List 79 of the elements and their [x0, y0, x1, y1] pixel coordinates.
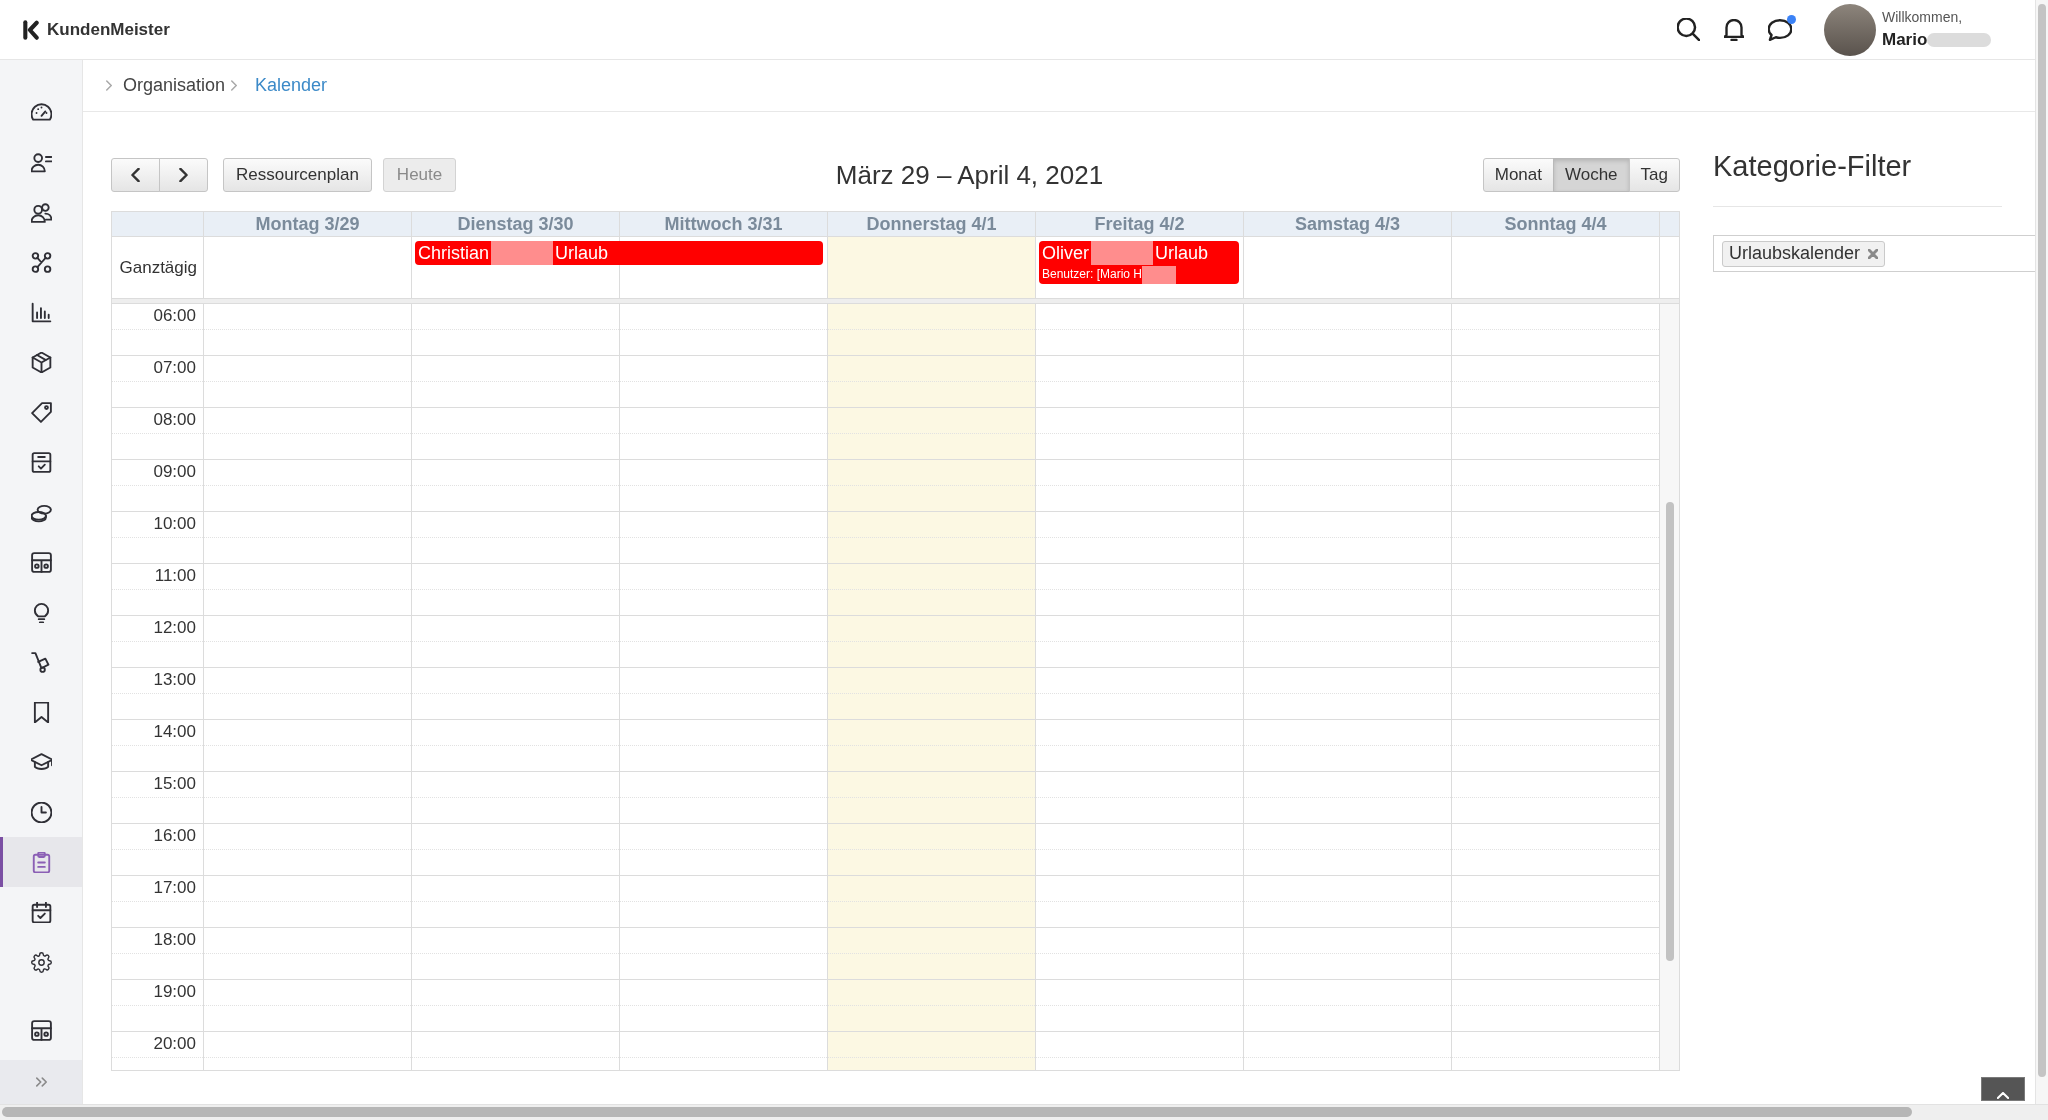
- calendar-event[interactable]: Christian Urlaub: [415, 241, 823, 265]
- time-label: 13:00: [153, 670, 196, 690]
- event-name: Christian: [417, 242, 491, 265]
- category-filter-field[interactable]: Urlaubskalender: [1713, 235, 2035, 272]
- event-category: Urlaub: [554, 242, 610, 265]
- breadcrumb-link[interactable]: Organisation: [123, 72, 226, 99]
- clipboard-icon: [30, 851, 52, 873]
- previous-button[interactable]: [111, 158, 160, 192]
- chevron-right-icon: [106, 80, 112, 91]
- logo-icon[interactable]: [22, 19, 40, 40]
- time-label: 15:00: [153, 774, 196, 794]
- contact-list-icon: [30, 151, 52, 173]
- tag-icon: [30, 401, 52, 423]
- day-header: Montag 3/29: [255, 213, 360, 236]
- remove-icon[interactable]: [1868, 248, 1879, 259]
- scrollbar-thumb[interactable]: [2038, 4, 2046, 1077]
- gauge-icon: [30, 101, 52, 123]
- event-user: Benutzer: [Mario H: [1041, 266, 1143, 283]
- time-label: 11:00: [154, 566, 196, 586]
- inbox-icon: [30, 451, 52, 473]
- bar-chart-icon: [30, 301, 52, 323]
- category-tag[interactable]: Urlaubskalender: [1722, 240, 1886, 267]
- chat-icon[interactable]: [1768, 18, 1792, 41]
- time-label: 20:00: [153, 1034, 196, 1054]
- day-header: Dienstag 3/30: [457, 213, 574, 236]
- day-header: Sonntag 4/4: [1504, 213, 1607, 236]
- time-label: 18:00: [153, 930, 196, 950]
- table-icon: [30, 551, 52, 573]
- search-icon[interactable]: [1677, 18, 1700, 41]
- welcome-text: Willkommen,: [1882, 9, 1964, 26]
- day-header: Donnerstag 4/1: [866, 213, 997, 236]
- scroll-to-top-button[interactable]: [1981, 1077, 2025, 1101]
- day-header: Samstag 4/3: [1294, 213, 1401, 236]
- calendar-title: März 29 – April 4, 2021: [835, 159, 1104, 192]
- clock-icon: [30, 801, 52, 823]
- all-day-label: Ganztägig: [119, 256, 197, 279]
- logo-text: KundenMeister: [47, 18, 170, 41]
- scrollbar-thumb[interactable]: [2, 1107, 1912, 1117]
- table-icon: [30, 1019, 52, 1041]
- vertical-scrollbar[interactable]: [2035, 0, 2048, 1104]
- time-label: 06:00: [153, 306, 196, 326]
- time-label: 10:00: [153, 514, 196, 534]
- time-label: 17:00: [153, 878, 196, 898]
- user-name: Mario: [1882, 29, 1928, 50]
- horizontal-scrollbar[interactable]: [0, 1104, 2048, 1120]
- graduation-cap-icon: [30, 751, 52, 773]
- event-name: Oliver: [1041, 242, 1090, 265]
- box-icon: [30, 351, 52, 373]
- chevron-up-icon: [1997, 1092, 2009, 1099]
- time-label: 14:00: [153, 722, 196, 742]
- time-label: 09:00: [153, 462, 196, 482]
- time-label: 07:00: [153, 358, 196, 378]
- chevron-left-icon: [131, 168, 140, 182]
- view-tab[interactable]: Tag: [1628, 158, 1680, 192]
- view-tab[interactable]: Woche: [1552, 158, 1630, 192]
- chevron-right-icon: [179, 168, 188, 182]
- time-label: 08:00: [153, 410, 196, 430]
- breadcrumb-current[interactable]: Kalender: [255, 72, 328, 99]
- toolbar-button[interactable]: Ressourcenplan: [223, 158, 372, 192]
- users-icon: [30, 201, 52, 223]
- day-header: Mittwoch 3/31: [664, 213, 783, 236]
- time-label: 19:00: [153, 982, 196, 1002]
- bell-icon[interactable]: [1724, 18, 1744, 41]
- scrollbar-thumb[interactable]: [1665, 502, 1674, 961]
- next-button[interactable]: [159, 158, 208, 192]
- double-chevron-right-icon: [35, 1077, 47, 1087]
- calendar-event[interactable]: Oliver Urlaub Benutzer: [Mario H: [1039, 241, 1239, 284]
- nodes-icon: [30, 251, 52, 273]
- hand-truck-icon: [30, 651, 52, 673]
- chevron-right-icon: [231, 80, 238, 91]
- event-category: Urlaub: [1154, 242, 1210, 265]
- calendar-check-icon: [30, 901, 52, 923]
- time-label: 12:00: [153, 618, 196, 638]
- panel-title: Kategorie-Filter: [1713, 149, 1912, 184]
- day-header: Freitag 4/2: [1094, 213, 1185, 236]
- settings-icon: [30, 951, 52, 973]
- time-label: 16:00: [153, 826, 196, 846]
- avatar[interactable]: [1824, 3, 1876, 56]
- view-tab[interactable]: Monat: [1482, 158, 1554, 192]
